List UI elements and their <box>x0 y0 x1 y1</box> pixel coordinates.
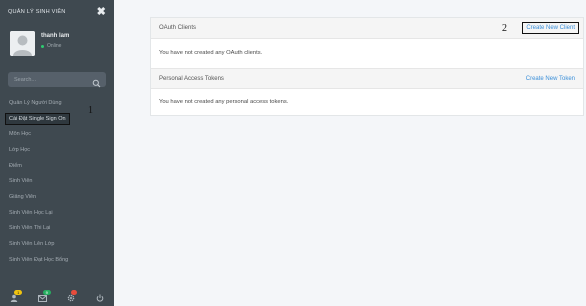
gear-icon[interactable] <box>64 290 78 303</box>
sidebar-item-single-sign-on[interactable]: Cài Đặt Single Sign On <box>0 111 114 127</box>
sidebar-item-lecturers[interactable]: Giảng Viên <box>0 189 114 205</box>
close-icon[interactable]: ✖ <box>97 6 106 18</box>
personal-tokens-empty: You have not created any personal access… <box>159 99 289 105</box>
brand-title: QUẢN LÝ SINH VIÊN <box>8 9 66 15</box>
annotation-number-1: 1 <box>88 105 93 116</box>
sidebar-item-retake-exam[interactable]: Sinh Viên Thi Lại <box>0 221 114 237</box>
annotation-number-2: 2 <box>502 23 507 34</box>
notification-badge: 1 <box>14 290 23 295</box>
user-panel: thanh lam Online <box>10 31 110 61</box>
settings-badge <box>71 290 78 295</box>
envelope-icon[interactable]: 9 <box>36 290 51 303</box>
user-status: Online <box>41 43 61 49</box>
sidebar-item-subjects[interactable]: Môn Học <box>0 126 114 142</box>
sidebar-item-classes[interactable]: Lớp Học <box>0 142 114 158</box>
user-icon[interactable]: 1 <box>7 290 23 303</box>
sidebar-search <box>8 72 106 88</box>
personal-tokens-header: Personal Access Tokens Create New Token <box>151 68 583 89</box>
sidebar: QUẢN LÝ SINH VIÊN ✖ thanh lam Online Quả… <box>0 0 114 306</box>
personal-tokens-title: Personal Access Tokens <box>159 76 224 82</box>
message-badge: 9 <box>42 290 51 295</box>
sidebar-item-user-management[interactable]: Quản Lý Người Dùng <box>0 95 114 111</box>
sidebar-footer: 1 9 <box>0 290 114 306</box>
search-input[interactable] <box>8 72 90 87</box>
oauth-clients-empty: You have not created any OAuth clients. <box>159 50 263 56</box>
user-name: thanh lam <box>41 33 70 39</box>
user-status-label: Online <box>47 43 62 49</box>
sidebar-item-retake-course[interactable]: Sinh Viên Học Lại <box>0 205 114 221</box>
sidebar-item-students[interactable]: Sinh Viên <box>0 173 114 189</box>
create-new-client-link[interactable]: Create New Client <box>522 22 579 34</box>
sidebar-item-grades[interactable]: Điểm <box>0 158 114 174</box>
sidebar-menu: Quản Lý Người Dùng Cài Đặt Single Sign O… <box>0 95 114 268</box>
oauth-clients-header: OAuth Clients Create New Client <box>151 18 583 39</box>
create-new-token-link[interactable]: Create New Token <box>526 76 575 82</box>
avatar <box>10 31 35 56</box>
oauth-clients-title: OAuth Clients <box>159 25 197 31</box>
sidebar-brand: QUẢN LÝ SINH VIÊN ✖ <box>0 0 114 24</box>
oauth-panel: OAuth Clients Create New Client You have… <box>150 17 584 116</box>
sidebar-item-scholarship[interactable]: Sinh Viên Đạt Học Bổng <box>0 252 114 268</box>
power-icon[interactable] <box>93 293 107 303</box>
online-status-icon <box>41 44 44 48</box>
search-icon[interactable] <box>92 75 101 88</box>
sidebar-item-promoted[interactable]: Sinh Viên Lên Lớp <box>0 236 114 252</box>
